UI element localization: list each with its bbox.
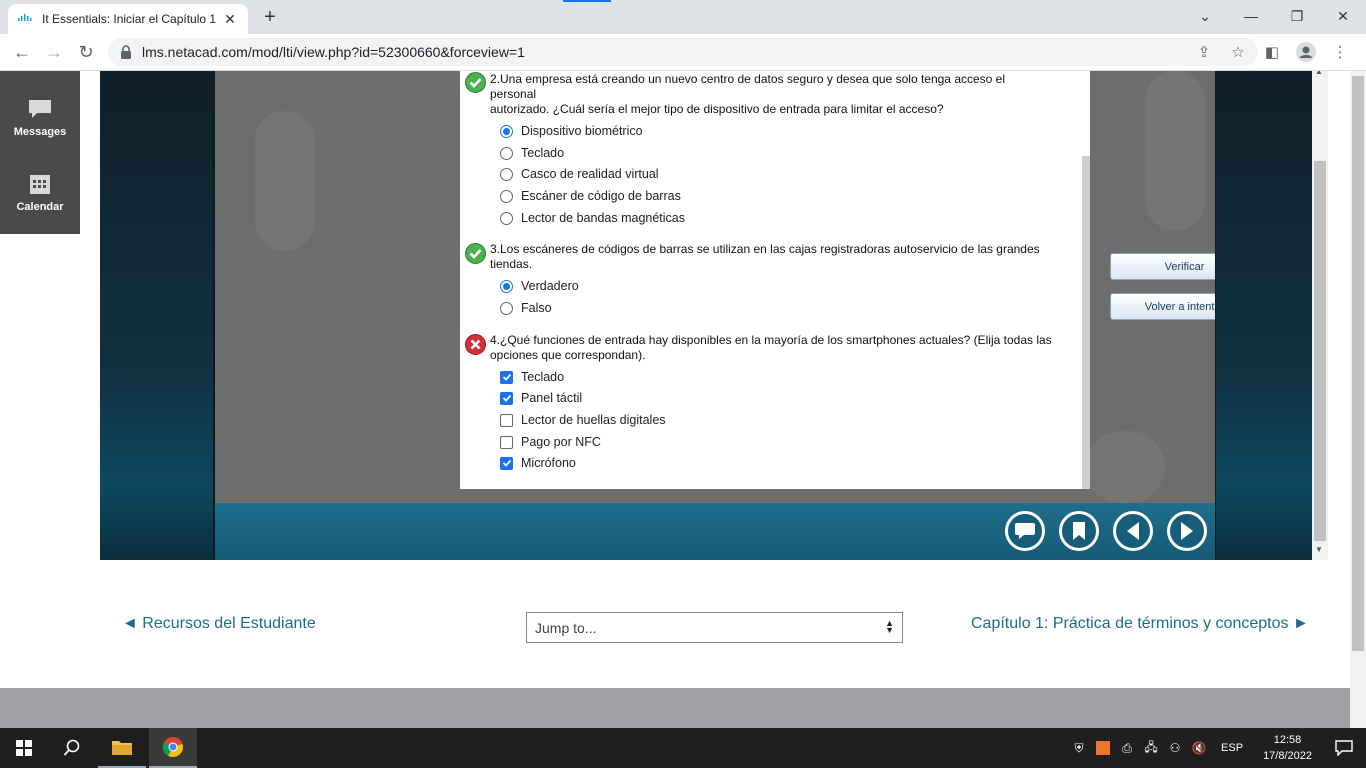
checkbox[interactable] [500,413,513,427]
option-radio[interactable]: Casco de realidad virtual [500,167,659,181]
sidebar-item-calendar[interactable]: Calendar [0,173,80,213]
quiz-scrollbar[interactable] [1082,156,1090,489]
app-tray-icon[interactable] [1091,728,1115,768]
option-checkbox[interactable]: Panel táctil [500,391,582,405]
select-arrows-icon: ▲ ▼ [885,618,894,635]
security-icon[interactable]: ⛨ [1067,728,1091,768]
back-icon[interactable]: ← [8,38,36,66]
radio-button[interactable] [500,146,513,160]
forward-icon[interactable]: → [40,38,68,66]
correct-check-icon [465,72,486,93]
jump-to-select[interactable]: Jump to... ▲ ▼ [526,612,903,643]
sidebar-item-label: Calendar [16,201,64,213]
option-radio[interactable]: Teclado [500,146,564,160]
browser-menu-icon[interactable]: ⋮ [1326,38,1354,66]
windows-start-icon[interactable] [0,728,48,768]
radio-button[interactable] [500,211,513,225]
chat-bubble-icon [27,98,53,120]
jump-to-label: Jump to... [535,619,597,636]
previous-activity-link[interactable]: ◄ Recursos del Estudiante [122,615,316,633]
sidebar-item-label: Messages [13,126,67,138]
correct-check-icon [465,243,486,264]
share-icon[interactable]: ⇪ [1190,38,1218,66]
question-text: 3.Los escáneres de códigos de barras se … [490,242,1040,271]
window-close-button[interactable]: ✕ [1320,0,1366,32]
language-indicator[interactable]: ESP [1221,742,1243,754]
radio-button[interactable] [500,189,513,203]
verify-button[interactable]: Verificar [1110,253,1215,280]
page-scrollbar[interactable] [1350,71,1366,728]
sidebar-item-messages[interactable]: Messages [0,98,80,138]
lock-icon [120,45,134,59]
close-tab-icon[interactable]: ✕ [222,11,238,28]
player-control-bar [215,503,1215,560]
option-checkbox[interactable]: Lector de huellas digitales [500,413,666,427]
volume-muted-icon[interactable]: 🔇 [1187,728,1211,768]
quiz-panel: 2.Una empresa está creando un nuevo cent… [460,71,1090,489]
notification-center-icon[interactable] [1322,728,1366,768]
next-activity-link[interactable]: Capítulo 1: Práctica de términos y conce… [971,615,1309,633]
profile-avatar-icon[interactable] [1292,38,1320,66]
radio-button[interactable] [500,124,513,138]
system-tray: ⛨ ⎙ 🖧 ⚇ 🔇 ESP 12:58 17/8/2022 [1067,728,1366,768]
browser-toolbar: ← → ↻ lms.netacad.com/mod/lti/view.php?i… [0,34,1366,71]
iframe-scrollbar[interactable]: ▲ ▼ [1312,71,1328,560]
side-panel-icon[interactable]: ◧ [1258,38,1286,66]
reload-icon[interactable]: ↻ [72,38,100,66]
comment-icon[interactable] [1005,511,1045,551]
checkbox[interactable] [500,391,513,405]
option-radio[interactable]: Dispositivo biométrico [500,124,643,138]
player-stage: 2.Una empresa está creando un nuevo cent… [215,71,1215,503]
option-radio[interactable]: Lector de bandas magnéticas [500,211,685,225]
url-text: lms.netacad.com/mod/lti/view.php?id=5230… [142,44,525,60]
option-checkbox[interactable]: Teclado [500,370,564,384]
windows-taskbar: ⛨ ⎙ 🖧 ⚇ 🔇 ESP 12:58 17/8/2022 [0,728,1366,768]
player-left-panel [100,71,213,560]
network-icon[interactable]: 🖧 [1139,728,1163,768]
search-icon[interactable] [48,728,96,768]
radio-button[interactable] [500,301,513,315]
browser-tab-bar: It Essentials: Iniciar el Capítulo 1 ✕ +… [0,0,1366,34]
meet-now-icon[interactable]: ⎙ [1115,728,1139,768]
minimize-button[interactable]: — [1228,0,1274,32]
clock[interactable]: 12:58 17/8/2022 [1263,732,1312,764]
checkbox[interactable] [500,370,513,384]
chrome-icon[interactable] [149,728,197,768]
option-radio[interactable]: Verdadero [500,279,579,293]
address-bar[interactable]: lms.netacad.com/mod/lti/view.php?id=5230… [108,38,1258,66]
calendar-icon [27,173,53,195]
incorrect-x-icon [465,334,486,355]
option-checkbox[interactable]: Pago por NFC [500,435,601,449]
file-explorer-icon[interactable] [98,728,146,768]
previous-arrow-icon[interactable] [1113,511,1153,551]
browser-tab[interactable]: It Essentials: Iniciar el Capítulo 1 ✕ [8,4,248,34]
radio-button[interactable] [500,279,513,293]
people-icon[interactable]: ⚇ [1163,728,1187,768]
left-sidebar: Messages Calendar [0,71,80,234]
retry-button[interactable]: Volver a intentar [1110,293,1215,320]
next-arrow-icon[interactable] [1167,511,1207,551]
tab-title: It Essentials: Iniciar el Capítulo 1 [42,12,217,26]
page-footer-band [0,688,1350,728]
checkbox[interactable] [500,435,513,449]
new-tab-button[interactable]: + [258,6,282,30]
page-scrollbar-thumb[interactable] [1352,76,1364,651]
bookmark-star-icon[interactable]: ☆ [1224,38,1252,66]
option-checkbox[interactable]: Micrófono [500,456,576,470]
checkbox[interactable] [500,456,513,470]
page-content: Messages Calendar 2.Una empresa está cre… [0,71,1350,728]
question-text: 2.Una empresa está creando un nuevo cent… [490,72,1006,116]
option-radio[interactable]: Falso [500,301,552,315]
bookmark-icon[interactable] [1059,511,1099,551]
question-text: 4.¿Qué funciones de entrada hay disponib… [490,333,1052,362]
activity-navigation: ◄ Recursos del Estudiante Jump to... ▲ ▼ … [0,611,1350,651]
tab-search-icon[interactable]: ⌄ [1182,0,1228,32]
course-player: 2.Una empresa está creando un nuevo cent… [100,71,1312,560]
cisco-logo-icon [18,14,34,24]
option-radio[interactable]: Escáner de código de barras [500,189,681,203]
tab-indicator [563,0,611,2]
radio-button[interactable] [500,167,513,181]
restore-button[interactable]: ❐ [1274,0,1320,32]
player-right-panel [1216,71,1312,560]
